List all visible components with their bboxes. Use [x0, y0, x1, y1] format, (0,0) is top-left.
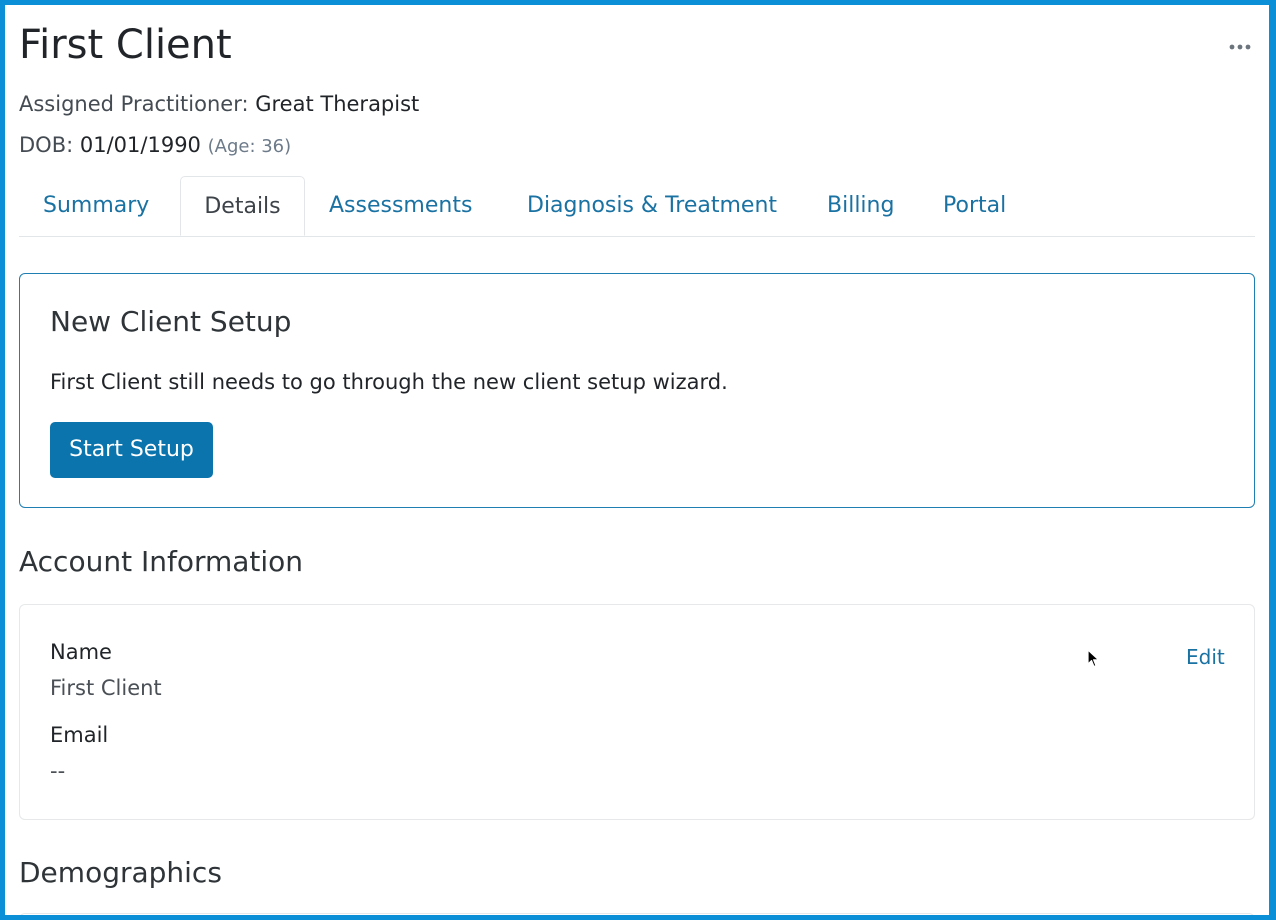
more-options-button[interactable] [1225, 35, 1255, 59]
name-value: First Client [50, 676, 162, 700]
new-client-setup-card: New Client Setup First Client still need… [19, 273, 1255, 508]
tab-diagnosis-treatment[interactable]: Diagnosis & Treatment [527, 176, 777, 236]
tab-billing[interactable]: Billing [827, 176, 894, 236]
age-text: (Age: 36) [207, 136, 292, 157]
setup-card-message: First Client still needs to go through t… [50, 370, 728, 394]
demographics-heading: Demographics [19, 856, 222, 889]
page-title: First Client [19, 22, 232, 68]
practitioner-label: Assigned Practitioner: [19, 92, 249, 116]
assigned-practitioner: Assigned Practitioner: Great Therapist [19, 90, 419, 118]
account-information-card: Name First Client Email -- Edit [19, 604, 1255, 820]
email-value: -- [50, 759, 66, 783]
email-label: Email [50, 723, 109, 747]
app-frame: First Client Assigned Practitioner: Grea… [0, 0, 1276, 920]
tab-assessments[interactable]: Assessments [329, 176, 472, 236]
name-label: Name [50, 640, 112, 664]
setup-card-title: New Client Setup [50, 305, 292, 338]
tab-summary[interactable]: Summary [43, 176, 149, 236]
practitioner-name: Great Therapist [255, 92, 420, 116]
tab-details[interactable]: Details [180, 176, 305, 236]
ellipsis-horizontal-icon [1229, 44, 1251, 50]
start-setup-button[interactable]: Start Setup [50, 422, 213, 478]
dob-value: 01/01/1990 [79, 133, 201, 157]
date-of-birth: DOB: 01/01/1990 (Age: 36) [19, 131, 291, 161]
account-information-heading: Account Information [19, 545, 304, 578]
tab-bar: Summary Details Assessments Diagnosis & … [19, 176, 1255, 237]
demographics-card [19, 913, 1255, 915]
tab-portal[interactable]: Portal [943, 176, 1006, 236]
edit-account-link[interactable]: Edit [1186, 643, 1225, 671]
dob-label: DOB: [19, 133, 74, 157]
